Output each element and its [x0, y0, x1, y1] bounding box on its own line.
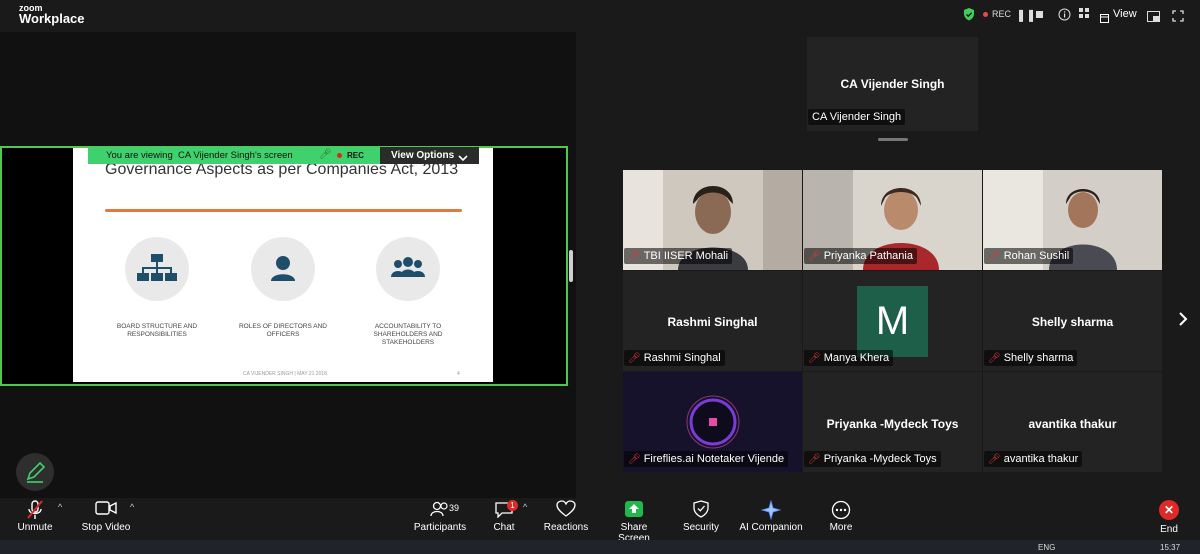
- stop-video-label: Stop Video: [81, 522, 131, 533]
- mic-muted-icon: 🎤︎: [988, 353, 1001, 364]
- split-handle[interactable]: [569, 250, 573, 282]
- participant-nametag: 🎤︎ Rashmi Singhal: [624, 350, 725, 366]
- viewing-prefix: You are viewing: [106, 150, 173, 161]
- participant-nametag: 🎤︎ Rohan Sushil: [984, 248, 1074, 264]
- chat-button[interactable]: Chat: [484, 500, 524, 533]
- sparkle-icon: [738, 499, 804, 522]
- mic-muted-icon: 🎤︎: [988, 251, 1001, 262]
- stop-icon[interactable]: [1036, 11, 1043, 18]
- fullscreen-icon[interactable]: [1172, 9, 1184, 27]
- participant-name: Priyanka -Mydeck Toys: [826, 417, 959, 431]
- view-button[interactable]: View: [1113, 8, 1137, 20]
- participants-button[interactable]: Participants: [412, 500, 468, 533]
- drag-bar[interactable]: [878, 138, 908, 141]
- mic-muted-icon: 🎤︎: [808, 251, 821, 262]
- app-logo: Workplace: [19, 11, 85, 26]
- heart-icon: [540, 500, 592, 522]
- annotate-button[interactable]: [16, 453, 54, 491]
- participants-label: Participants: [413, 522, 467, 533]
- share-screen-icon: [604, 500, 664, 522]
- share-screen-button[interactable]: Share Screen: [604, 500, 664, 544]
- participant-nametag: 🎤︎ Priyanka Pathania: [804, 248, 917, 264]
- participant-name: Shelly sharma: [1031, 315, 1114, 329]
- speaker-nametag: CA Vijender Singh: [808, 109, 906, 125]
- chevron-up-icon[interactable]: ^: [58, 502, 62, 512]
- slide-item-caption: ACCOUNTABILITY TO SHAREHOLDERS AND STAKE…: [373, 323, 443, 346]
- participant-nametag: 🎤︎ Priyanka -Mydeck Toys: [804, 451, 941, 467]
- security-label: Security: [682, 522, 720, 533]
- viewing-rec-label: REC: [347, 151, 364, 160]
- unmute-label: Unmute: [17, 522, 53, 533]
- viewing-name: CA Vijender Singh's screen: [178, 150, 293, 161]
- clock[interactable]: 15:37: [1160, 543, 1180, 552]
- mic-muted-icon: 🎤︎: [628, 251, 641, 262]
- more-label: More: [829, 522, 853, 533]
- viewing-banner-text: You are viewing CA Vijender Singh's scre…: [106, 150, 293, 161]
- view-options-label[interactable]: View Options: [391, 150, 454, 161]
- participant-nametag: 🎤︎ Shelly sharma: [984, 350, 1078, 366]
- slide-item-circle: [376, 237, 440, 301]
- mic-muted-icon: 🎤︎: [988, 454, 1001, 465]
- participant-nametag: 🎤︎ Manya Khera: [804, 350, 894, 366]
- slide-footer: CA VIJENDER SINGH | MAY 21 2018: [243, 371, 327, 377]
- security-button[interactable]: Security: [678, 500, 724, 533]
- stop-video-button[interactable]: Stop Video: [78, 500, 134, 533]
- participants-count: 39: [449, 503, 460, 513]
- slide-item-caption: ROLES OF DIRECTORS AND OFFICERS: [238, 323, 327, 338]
- reactions-button[interactable]: Reactions: [540, 500, 592, 533]
- slide-item-circle: [251, 237, 315, 301]
- rec-icon: [983, 12, 988, 17]
- slide-underline: [105, 209, 462, 212]
- unmute-button[interactable]: Unmute: [10, 500, 60, 533]
- ai-companion-label: AI Companion: [739, 522, 803, 533]
- participant-nametag: 🎤︎ avantika thakur: [984, 451, 1083, 467]
- person-icon: [271, 256, 295, 281]
- slide-page-number: 4: [457, 371, 460, 377]
- participant-name: avantika thakur: [1028, 417, 1117, 431]
- rec-icon: [337, 153, 342, 158]
- slide-item-circle: [125, 237, 189, 301]
- pause-icon[interactable]: ❚❚: [1016, 8, 1036, 22]
- chevron-up-icon[interactable]: ^: [523, 502, 527, 512]
- next-page-arrow[interactable]: [1178, 311, 1188, 332]
- speaker-name: CA Vijender Singh: [840, 77, 945, 91]
- participant-nametag: 🎤︎ Fireflies.ai Notetaker Vijende: [624, 451, 789, 467]
- pip-icon[interactable]: [1147, 9, 1160, 27]
- mic-muted-icon: 🎤︎: [808, 353, 821, 364]
- shield-check-icon[interactable]: [963, 8, 975, 22]
- video-camera-icon: [78, 500, 134, 522]
- people-icon: [412, 500, 468, 522]
- end-icon[interactable]: ✕: [1159, 500, 1179, 520]
- chat-icon: [484, 500, 524, 522]
- participant-nametag: 🎤︎ TBI IISER Mohali: [624, 248, 733, 264]
- pencil-icon: [26, 461, 46, 483]
- ai-companion-button[interactable]: AI Companion: [738, 499, 804, 533]
- chevron-up-icon[interactable]: ^: [130, 502, 134, 512]
- meeting-toolbar: [0, 498, 1200, 540]
- slide-item-caption: BOARD STRUCTURE AND RESPONSIBILITIES: [116, 323, 198, 338]
- grid-icon[interactable]: [1079, 8, 1090, 22]
- mic-muted-icon: 🎤︎: [808, 454, 821, 465]
- reactions-label: Reactions: [543, 522, 589, 533]
- more-button[interactable]: More: [820, 500, 862, 533]
- info-icon[interactable]: [1058, 8, 1071, 22]
- mic-off-icon: 🎤︎: [319, 149, 332, 160]
- shield-icon: [678, 500, 724, 522]
- mic-muted-icon: 🎤︎: [628, 353, 641, 364]
- mic-muted-icon: 🎤︎: [628, 454, 641, 465]
- participant-name: Rashmi Singhal: [667, 315, 758, 329]
- end-label[interactable]: End: [1151, 524, 1187, 535]
- org-chart-icon: [137, 254, 177, 281]
- os-taskbar: [0, 540, 1200, 554]
- chat-badge: 1: [507, 500, 518, 511]
- group-icon: [391, 257, 425, 277]
- more-icon: [820, 500, 862, 522]
- avatar: M: [857, 286, 928, 357]
- rec-label: REC: [992, 9, 1012, 19]
- view-icon: [1100, 10, 1109, 28]
- language-indicator[interactable]: ENG: [1038, 543, 1055, 552]
- chevron-down-icon: [458, 149, 468, 167]
- chat-label: Chat: [493, 522, 515, 533]
- mic-muted-icon: [10, 500, 60, 522]
